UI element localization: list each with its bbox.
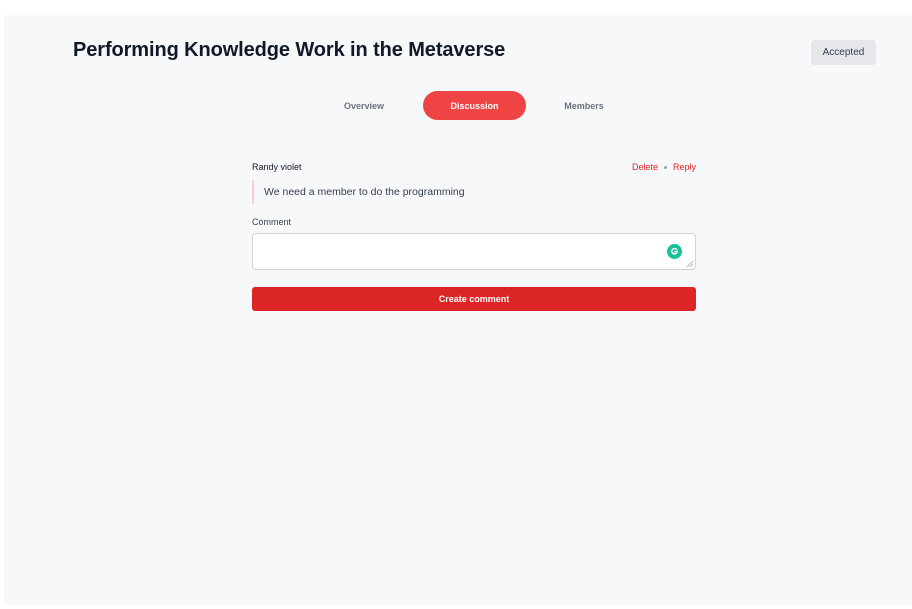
create-comment-button[interactable]: Create comment: [252, 287, 696, 311]
status-badge: Accepted: [811, 40, 876, 65]
tab-members[interactable]: Members: [534, 91, 634, 120]
reply-comment-link[interactable]: Reply: [673, 162, 696, 172]
page-title: Performing Knowledge Work in the Metaver…: [73, 39, 506, 61]
tab-bar: Overview Discussion Members: [4, 91, 912, 120]
comment-input[interactable]: [252, 233, 696, 270]
separator-dot: [663, 165, 667, 169]
comment-field-label: Comment: [252, 217, 292, 227]
grammarly-g-glyph: [671, 247, 679, 255]
comment-author: Randy violet: [252, 162, 302, 172]
delete-comment-link[interactable]: Delete: [632, 162, 658, 172]
resize-handle-icon[interactable]: [686, 260, 694, 268]
grammarly-icon[interactable]: [667, 244, 682, 259]
project-page: Performing Knowledge Work in the Metaver…: [4, 15, 912, 605]
comment-actions: Delete Reply: [632, 162, 696, 172]
comment-body: We need a member to do the programming: [252, 180, 465, 204]
tab-overview[interactable]: Overview: [314, 91, 414, 120]
tab-discussion[interactable]: Discussion: [423, 91, 526, 120]
